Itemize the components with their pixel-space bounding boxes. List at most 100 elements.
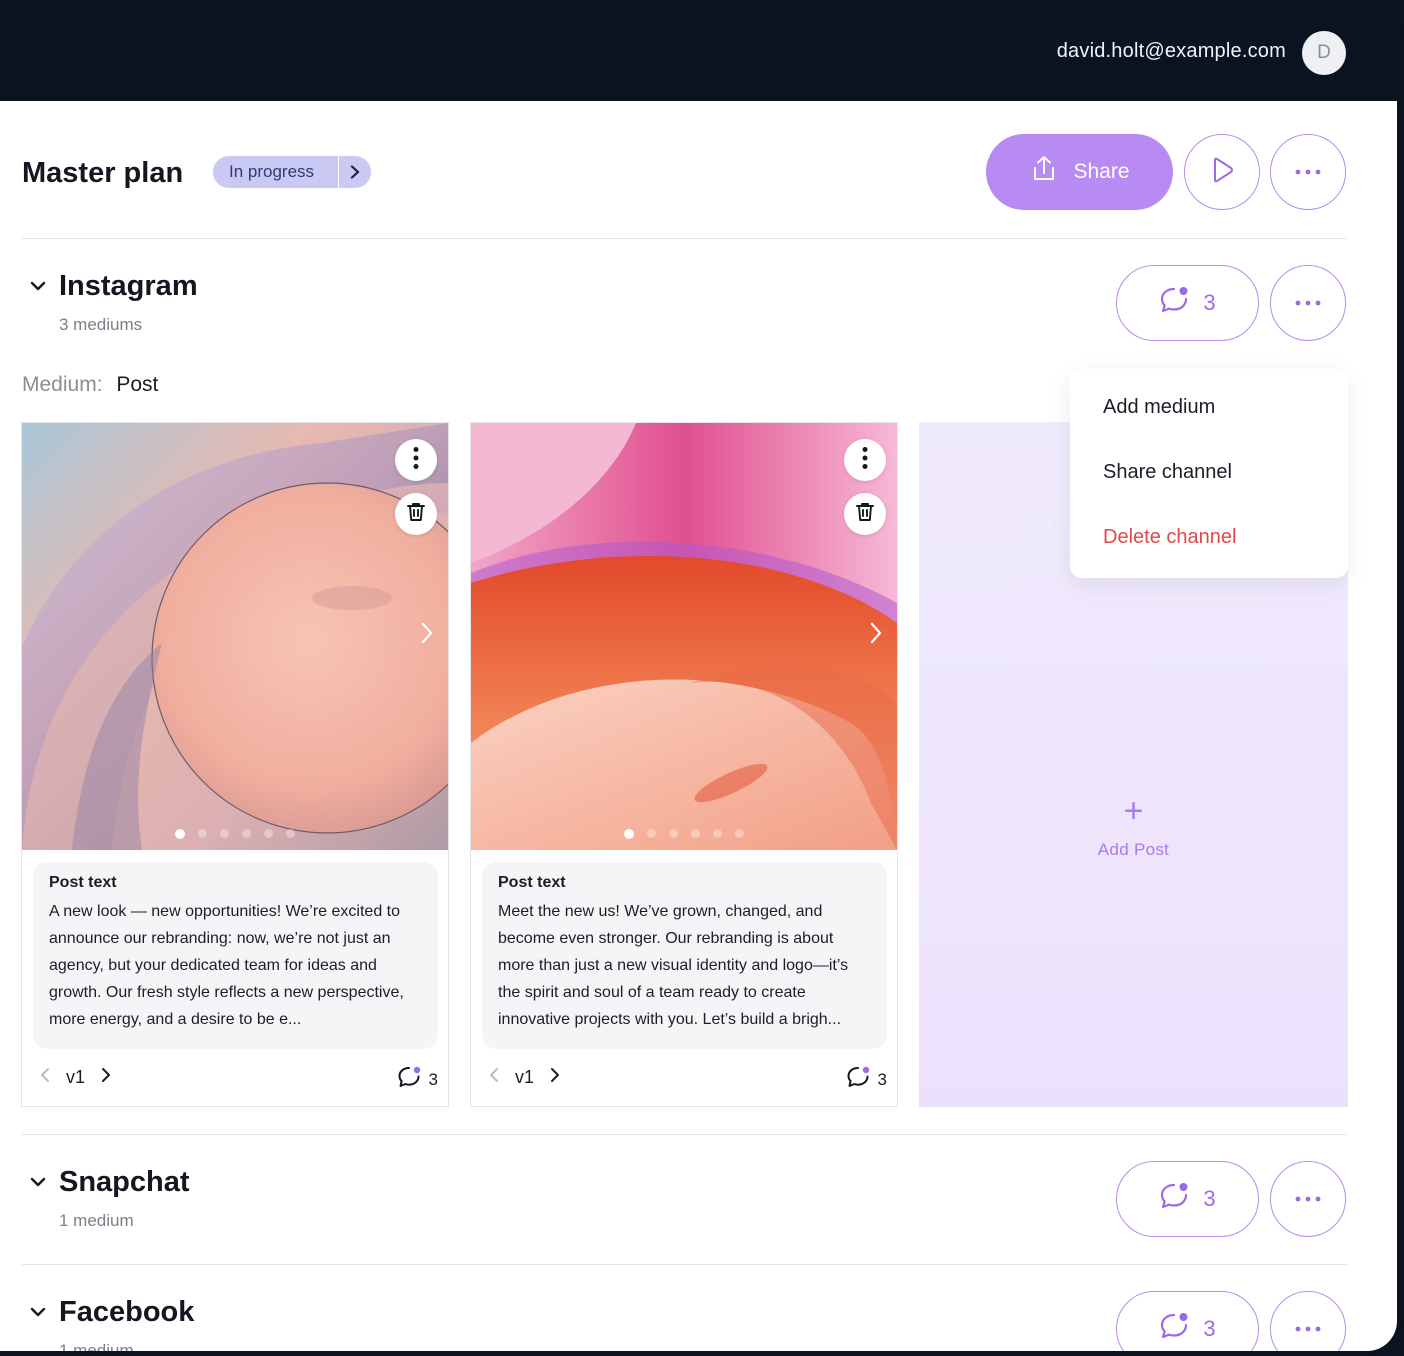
slide-dot[interactable] [713,829,722,838]
post-more-button[interactable] [395,439,437,481]
channel-medium-count: 3 mediums [59,315,143,334]
channel-comments-button[interactable]: 3 [1116,265,1259,341]
app-window: david.holt@example.com D Master plan In … [0,0,1404,1356]
chevron-down-icon[interactable] [30,279,46,297]
slide-dot[interactable] [735,829,744,838]
next-slide-icon[interactable] [420,621,434,650]
channel-menu: Add medium Share channel Delete channel [1070,369,1348,578]
slide-dot[interactable] [198,829,207,838]
channel-title: Instagram [59,270,198,302]
version-label: v1 [66,1067,86,1087]
slide-indicator [175,828,295,839]
user-email: david.holt@example.com [1056,40,1286,62]
post-comments-button[interactable]: 3 [397,1065,438,1094]
chevron-left-icon[interactable] [489,1067,499,1088]
chevron-right-icon[interactable] [550,1067,560,1088]
channel-more-button[interactable] [1270,265,1346,341]
post-image[interactable] [22,423,448,850]
slide-dot[interactable] [175,828,185,839]
divider [22,1264,1347,1265]
channel-title: Snapchat [59,1166,190,1198]
channel-more-button[interactable] [1270,1291,1346,1351]
menu-item-add-medium[interactable]: Add medium [1103,396,1215,419]
comment-icon [1159,285,1191,321]
more-horizontal-icon [1294,163,1322,181]
comment-icon [1159,1181,1191,1217]
top-bar: david.holt@example.com D [0,0,1404,101]
slide-dot[interactable] [220,829,229,838]
post-text-title: Post text [49,874,117,891]
main-content: Master plan In progress Share Instagram … [0,101,1397,1351]
medium-key: Medium: [22,373,103,396]
post-text-body: A new look — new opportunities! We’re ex… [49,903,404,1028]
slide-dot[interactable] [264,829,273,838]
post-text-box[interactable]: Post text A new look — new opportunities… [33,862,438,1049]
version-switcher: v1 [40,1067,111,1088]
share-button[interactable]: Share [986,134,1173,210]
post-image-art [22,423,448,850]
slide-dot[interactable] [669,829,678,838]
menu-item-share-channel[interactable]: Share channel [1103,461,1232,484]
medium-row: Medium: Post [22,373,158,397]
post-text-body: Meet the new us! We’ve grown, changed, a… [498,903,849,1028]
medium-value: Post [116,373,159,396]
post-card: Post text Meet the new us! We’ve grown, … [470,422,898,1107]
slide-dot[interactable] [624,828,634,839]
post-card: Post text A new look — new opportunities… [21,422,449,1107]
more-vertical-icon [413,446,419,475]
plan-more-button[interactable] [1270,134,1346,210]
trash-icon [854,501,876,528]
slide-dot[interactable] [286,829,295,838]
more-horizontal-icon [1294,294,1322,312]
more-vertical-icon [862,446,868,475]
slide-dot[interactable] [647,829,656,838]
comment-count: 3 [1203,290,1216,315]
post-more-button[interactable] [844,439,886,481]
divider [22,238,1347,239]
more-horizontal-icon [1294,1190,1322,1208]
channel-comments-button[interactable]: 3 [1116,1291,1259,1351]
channel-more-button[interactable] [1270,1161,1346,1237]
comment-count: 3 [428,1069,438,1089]
plus-icon: + [1123,791,1144,830]
channel-medium-count: 1 medium [59,1211,134,1230]
comment-icon [397,1065,423,1094]
chevron-right-icon[interactable] [339,165,371,179]
page-title: Master plan [22,157,184,189]
comment-count: 3 [1203,1186,1216,1211]
version-label: v1 [515,1067,535,1087]
comment-count: 3 [877,1069,887,1089]
slide-dot[interactable] [691,829,700,838]
channel-comments-button[interactable]: 3 [1116,1161,1259,1237]
channel-title: Facebook [59,1296,195,1328]
more-horizontal-icon [1294,1320,1322,1338]
chevron-down-icon[interactable] [30,1305,46,1323]
channel-medium-count: 1 medium [59,1341,134,1351]
chevron-down-icon[interactable] [30,1175,46,1193]
add-post-label: Add Post [1097,839,1170,859]
share-icon [1029,154,1059,190]
next-slide-icon[interactable] [869,621,883,650]
trash-icon [405,501,427,528]
avatar[interactable]: D [1302,31,1346,75]
comment-count: 3 [1203,1316,1216,1341]
delete-post-button[interactable] [395,493,437,535]
delete-post-button[interactable] [844,493,886,535]
post-text-box[interactable]: Post text Meet the new us! We’ve grown, … [482,862,887,1049]
post-image[interactable] [471,423,897,850]
slide-dot[interactable] [242,829,251,838]
chevron-left-icon[interactable] [40,1067,50,1088]
post-image-art [471,423,897,850]
post-text-title: Post text [498,874,566,891]
version-switcher: v1 [489,1067,560,1088]
comment-icon [846,1065,872,1094]
status-badge[interactable]: In progress [213,156,371,188]
play-icon [1207,155,1237,190]
menu-item-delete-channel[interactable]: Delete channel [1103,526,1236,549]
share-label: Share [1073,160,1130,183]
chevron-right-icon[interactable] [101,1067,111,1088]
divider [22,1134,1347,1135]
post-comments-button[interactable]: 3 [846,1065,887,1094]
present-button[interactable] [1184,134,1260,210]
status-label: In progress [229,162,315,181]
